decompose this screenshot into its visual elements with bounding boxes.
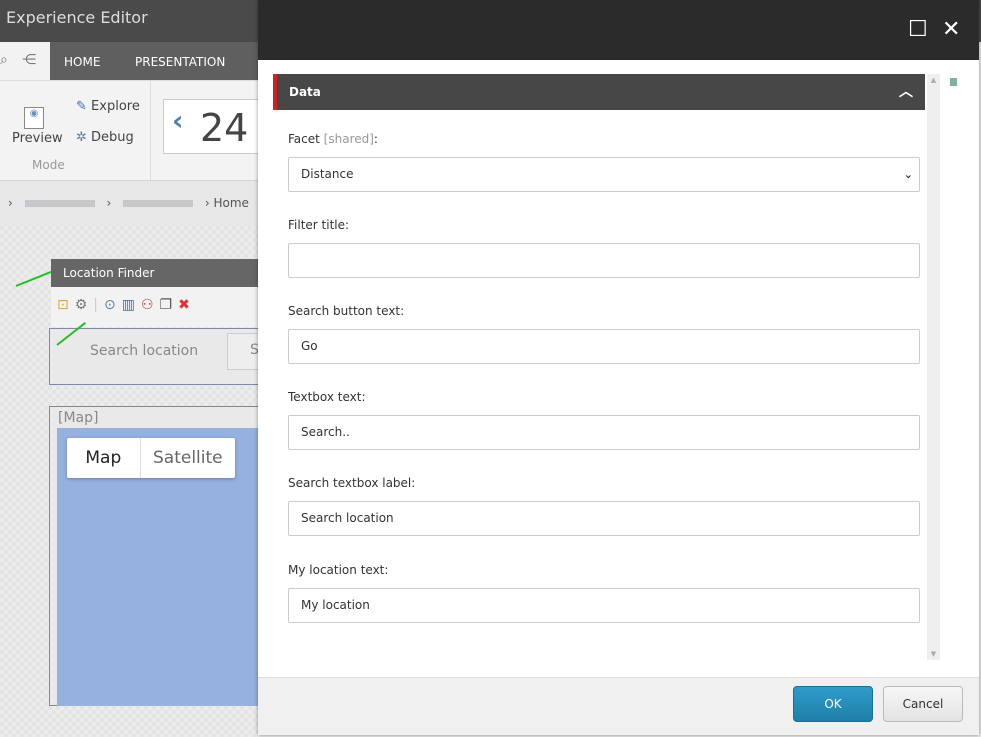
breadcrumb-home[interactable]: Home	[214, 196, 249, 210]
tab-icons: ⌕ ⋲	[0, 42, 50, 80]
select-icon[interactable]: ⊙	[104, 297, 122, 313]
explore-icon: ✎	[76, 99, 87, 114]
rendering-toolbar: ⊡⚙|⊙▥⚇❐✖	[51, 287, 261, 327]
section-header[interactable]: Data ︿	[273, 74, 925, 110]
section-title: Data	[289, 85, 321, 99]
filter-title-input[interactable]	[288, 243, 920, 278]
counter: 24	[200, 106, 249, 150]
maximize-icon[interactable]: ☐	[908, 18, 928, 42]
explore-button[interactable]: Explore	[91, 99, 140, 114]
facet-select[interactable]: Distance ⌄	[288, 157, 920, 192]
search-button-text-input[interactable]: Go	[288, 329, 920, 364]
facet-label: Facet [shared]:	[288, 132, 378, 146]
close-icon[interactable]: ✕	[942, 18, 960, 42]
map-type-map[interactable]: Map	[67, 438, 141, 478]
cancel-button[interactable]: Cancel	[883, 686, 963, 722]
ribbon: ◉ Preview ✎ Explore ✲ Debug Mode ‹ 24	[0, 80, 263, 181]
personalize-icon[interactable]: ⚇	[141, 297, 160, 313]
search-location-label: Search location	[90, 343, 199, 359]
preview-icon: ◉	[24, 107, 44, 129]
textbox-text-input[interactable]: Search..	[288, 415, 920, 450]
mode-group-label: Mode	[32, 158, 65, 172]
search-textbox-label-label: Search textbox label:	[288, 476, 416, 490]
delete-icon[interactable]: ✖	[178, 297, 196, 313]
chevron-up-icon[interactable]: ︿	[899, 74, 913, 110]
debug-button[interactable]: Debug	[91, 130, 134, 145]
tab-presentation[interactable]: PRESENTATION	[135, 42, 225, 80]
dialog-header: ☐ ✕	[258, 0, 979, 60]
textbox-text-label: Textbox text:	[288, 390, 366, 404]
my-location-text-input[interactable]: My location	[288, 588, 920, 623]
ok-button[interactable]: OK	[793, 686, 873, 722]
window-icon[interactable]: ❐	[160, 297, 179, 313]
map-type-satellite[interactable]: Satellite	[141, 438, 235, 478]
tree-icon[interactable]: ⋲	[22, 52, 36, 68]
search-textbox-label-input[interactable]: Search location	[288, 501, 920, 536]
scrollbar[interactable]: ▲ ▼	[927, 74, 940, 660]
dialog: ☐ ✕ Data ︿ Facet [shared]: Distance ⌄ Filt…	[258, 0, 979, 735]
map-label: [Map]	[58, 410, 99, 426]
search-button-text-label: Search button text:	[288, 304, 405, 318]
gear-icon[interactable]: ⚙	[75, 297, 94, 313]
chevron-down-icon: ⌄	[903, 168, 913, 181]
my-location-text-label: My location text:	[288, 563, 389, 577]
new-icon[interactable]: ⊡	[57, 297, 75, 313]
rendering-title: Location Finder	[51, 259, 261, 287]
debug-icon: ✲	[76, 130, 87, 145]
edit-icon[interactable]: ▥	[122, 297, 141, 313]
location-search-box: Search location S	[49, 328, 273, 385]
map-type-control: Map Satellite	[67, 438, 235, 478]
breadcrumb: › › › Home	[0, 180, 260, 226]
search-icon[interactable]: ⌕	[0, 52, 8, 68]
preview-button[interactable]: Preview	[12, 131, 63, 146]
status-indicator	[950, 78, 957, 86]
chevron-left-icon[interactable]: ‹	[172, 104, 184, 137]
filter-title-label: Filter title:	[288, 218, 350, 232]
tab-home[interactable]: HOME	[64, 42, 100, 80]
